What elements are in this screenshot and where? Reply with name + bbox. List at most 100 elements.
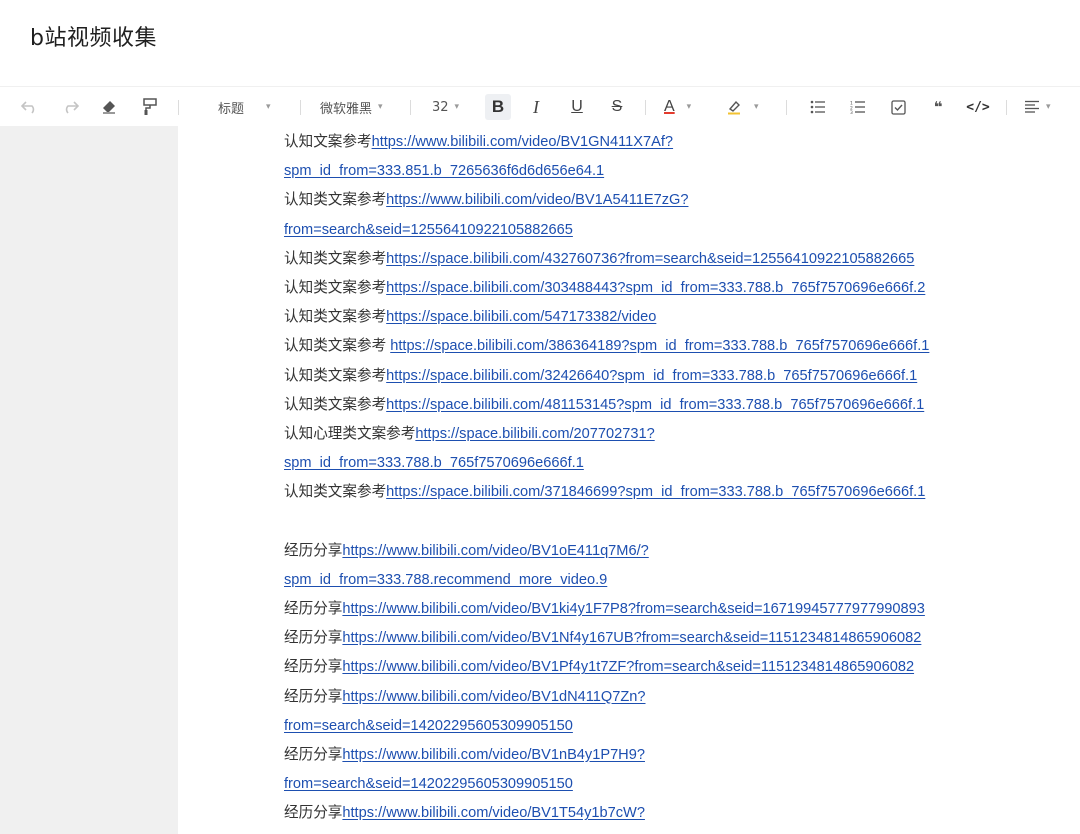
line-link[interactable]: https://www.bilibili.com/video/BV1dN411Q… (342, 689, 645, 705)
line-prefix-text: 认知类文案参考 (284, 484, 387, 501)
chevron-down-icon: ▾ (454, 102, 460, 112)
document-page: 认知文案参考https://www.bilibili.com/video/BV1… (178, 126, 1080, 834)
line-link[interactable]: https://space.bilibili.com/547173382/vid… (386, 309, 656, 325)
line-link[interactable]: https://www.bilibili.com/video/BV1GN411X… (372, 134, 673, 150)
line-link[interactable]: https://space.bilibili.com/207702731? (415, 426, 654, 442)
code-icon[interactable]: </> (964, 87, 992, 127)
font-family-dropdown[interactable]: 微软雅黑 ▾ (320, 87, 400, 127)
toolbar-divider (178, 100, 179, 115)
strikethrough-button[interactable]: S (605, 87, 629, 127)
italic-button[interactable]: I (524, 87, 548, 127)
line-link[interactable]: from=search&seid=14202295605309905150 (284, 718, 573, 734)
line-link[interactable]: spm_id_from=333.788.b_765f7570696e666f.1 (284, 455, 584, 471)
line-link[interactable]: https://space.bilibili.com/303488443?spm… (386, 280, 925, 296)
quote-icon[interactable]: ❝ (926, 87, 950, 127)
align-dropdown[interactable]: ▾ (1024, 87, 1068, 127)
toolbar-divider (410, 100, 411, 115)
line-prefix-text: 认知心理类文案参考 (284, 425, 416, 442)
document-line[interactable]: 认知类文案参考https://space.bilibili.com/481153… (284, 391, 1064, 420)
document-content[interactable]: 认知文案参考https://www.bilibili.com/video/BV1… (284, 128, 1064, 834)
document-line[interactable]: 认知类文案参考https://space.bilibili.com/324266… (284, 362, 1064, 391)
document-title[interactable]: b站视频收集 (30, 20, 157, 52)
document-line[interactable]: 经历分享https://www.bilibili.com/video/BV1Pf… (284, 653, 1064, 682)
strikethrough-label: S (611, 98, 623, 115)
underline-button[interactable]: U (565, 87, 589, 127)
line-link[interactable]: https://space.bilibili.com/32426640?spm_… (386, 368, 917, 384)
underline-label: U (571, 98, 583, 115)
toolbar-divider (300, 100, 301, 115)
line-prefix-text: 经历分享 (284, 746, 343, 763)
line-link[interactable]: from=search&seid=14202295605309905150 (284, 776, 573, 792)
chevron-down-icon: ▾ (754, 102, 759, 112)
document-line[interactable]: from=search&seid=14202295605309905150 (284, 770, 1064, 799)
chevron-down-icon: ▾ (686, 102, 692, 112)
line-prefix-text: 认知类文案参考 (284, 338, 391, 355)
line-prefix-text: 认知类文案参考 (284, 309, 387, 326)
line-link[interactable]: https://space.bilibili.com/481153145?spm… (386, 397, 924, 413)
line-link[interactable]: https://www.bilibili.com/video/BV1nB4y1P… (342, 747, 645, 763)
document-line[interactable]: 认知文案参考https://www.bilibili.com/video/BV1… (284, 128, 1064, 157)
line-link[interactable]: https://www.bilibili.com/video/BV1Nf4y16… (342, 630, 921, 646)
line-link[interactable]: https://www.bilibili.com/video/BV1Pf4y1t… (342, 659, 914, 675)
document-line[interactable]: 认知类文案参考 https://space.bilibili.com/38636… (284, 332, 1064, 361)
format-painter-icon[interactable] (138, 87, 162, 127)
font-size-dropdown[interactable]: 32 ▾ (432, 87, 472, 127)
document-line[interactable]: 经历分享https://www.bilibili.com/video/BV1ki… (284, 595, 1064, 624)
document-line[interactable] (284, 507, 1064, 536)
ordered-list-icon[interactable]: 123 (846, 87, 870, 127)
bullet-list-icon[interactable] (806, 87, 830, 127)
document-line[interactable]: spm_id_from=333.788.recommend_more_video… (284, 566, 1064, 595)
highlight-button[interactable]: ▾ (726, 87, 770, 127)
line-prefix-text: 经历分享 (284, 805, 343, 822)
line-link[interactable]: from=search&seid=12556410922105882665 (284, 222, 573, 238)
font-color-button[interactable]: A ▾ (664, 87, 708, 127)
line-link[interactable]: spm_id_from=333.851.b_7265636f6d6d656e64… (284, 163, 604, 179)
bold-button[interactable]: B (484, 87, 512, 127)
line-prefix-text: 经历分享 (284, 630, 343, 647)
line-prefix-text: 认知文案参考 (284, 134, 372, 150)
eraser-icon[interactable] (97, 87, 121, 127)
document-line[interactable]: spm_id_from=333.788.b_765f7570696e666f.1 (284, 449, 1064, 478)
document-line[interactable]: 认知类文案参考https://www.bilibili.com/video/BV… (284, 186, 1064, 215)
checkbox-icon[interactable] (886, 87, 910, 127)
document-line[interactable]: 经历分享https://www.bilibili.com/video/BV1Nf… (284, 624, 1064, 653)
document-line[interactable]: from=search&seid=12556410922105882665 (284, 216, 1064, 245)
line-link[interactable]: spm_id_from=333.788.recommend_more_video… (284, 572, 607, 588)
heading-dropdown[interactable]: 标题 ▾ (218, 87, 290, 127)
line-prefix-text: 认知类文案参考 (284, 367, 387, 384)
title-bar: b站视频收集 (0, 0, 1080, 86)
chevron-down-icon: ▾ (266, 102, 271, 112)
document-line[interactable]: 认知类文案参考https://space.bilibili.com/303488… (284, 274, 1064, 303)
line-prefix-text: 经历分享 (284, 542, 343, 559)
line-prefix-text: 经历分享 (284, 659, 343, 676)
document-line[interactable]: 认知心理类文案参考https://space.bilibili.com/2077… (284, 420, 1064, 449)
line-link[interactable]: https://www.bilibili.com/video/BV1ki4y1F… (342, 601, 925, 617)
document-line[interactable]: 经历分享https://www.bilibili.com/video/BV1oE… (284, 537, 1064, 566)
document-line[interactable]: 认知类文案参考https://space.bilibili.com/547173… (284, 303, 1064, 332)
quote-label: ❝ (933, 98, 943, 116)
document-line[interactable]: 经历分享https://www.bilibili.com/video/BV1nB… (284, 741, 1064, 770)
document-line[interactable]: 认知类文案参考https://space.bilibili.com/371846… (284, 478, 1064, 507)
document-line[interactable]: spm_id_from=333.851.b_7265636f6d6d656e64… (284, 157, 1064, 186)
document-line[interactable]: 经历分享https://www.bilibili.com/video/BV1T5… (284, 799, 1064, 828)
font-color-label: A (664, 98, 675, 115)
italic-label: I (533, 96, 539, 117)
line-link[interactable]: https://www.bilibili.com/video/BV1A5411E… (386, 192, 688, 208)
highlight-icon (728, 100, 740, 115)
align-icon (1025, 100, 1039, 113)
document-line[interactable]: from=search&seid=14202295605309905150 (284, 829, 1064, 834)
document-line[interactable]: 认知类文案参考https://space.bilibili.com/432760… (284, 245, 1064, 274)
line-link[interactable]: https://space.bilibili.com/386364189?spm… (390, 338, 929, 354)
chevron-down-icon: ▾ (378, 102, 383, 112)
document-line[interactable]: 经历分享https://www.bilibili.com/video/BV1dN… (284, 683, 1064, 712)
line-link[interactable]: https://space.bilibili.com/432760736?fro… (386, 251, 914, 267)
line-prefix-text: 经历分享 (284, 688, 343, 705)
line-link[interactable]: https://www.bilibili.com/video/BV1T54y1b… (342, 805, 645, 821)
toolbar-divider (645, 100, 646, 115)
line-link[interactable]: https://www.bilibili.com/video/BV1oE411q… (342, 543, 648, 559)
line-prefix-text: 认知类文案参考 (284, 279, 387, 296)
document-line[interactable]: from=search&seid=14202295605309905150 (284, 712, 1064, 741)
line-link[interactable]: https://space.bilibili.com/371846699?spm… (386, 484, 925, 500)
redo-icon[interactable] (58, 87, 82, 127)
undo-icon[interactable] (18, 87, 42, 127)
